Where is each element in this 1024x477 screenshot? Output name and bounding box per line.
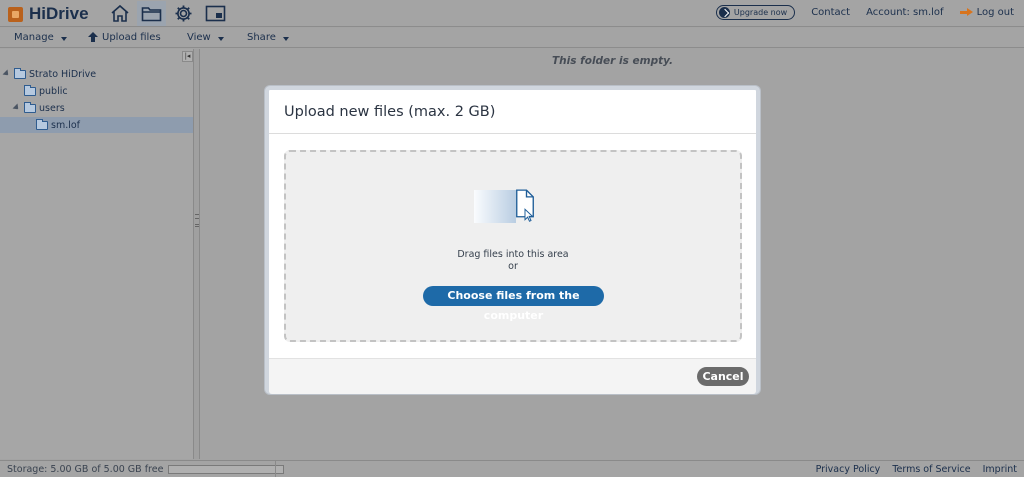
folder-icon[interactable] xyxy=(137,1,166,26)
arrow-circle-icon xyxy=(718,7,730,18)
dialog-title: Upload new files (max. 2 GB) xyxy=(284,104,496,120)
manage-menu[interactable]: Manage xyxy=(14,32,67,43)
top-bar: HiDrive Upgrade now Contact Account: sm.… xyxy=(0,0,1024,27)
app-name: HiDrive xyxy=(29,4,89,23)
chevron-down-icon xyxy=(282,36,289,41)
document-icon xyxy=(516,189,534,222)
tree-item-label: public xyxy=(39,85,68,97)
or-separator: or xyxy=(508,261,518,272)
upload-arrow-icon xyxy=(88,32,98,43)
picture-frame-icon[interactable] xyxy=(201,1,230,26)
expand-triangle-icon[interactable] xyxy=(12,103,23,113)
folder-icon xyxy=(36,118,48,130)
main-nav xyxy=(105,1,230,26)
tree-item-sm-lof[interactable]: sm.lof xyxy=(0,117,193,133)
storage-text: Storage: 5.00 GB of 5.00 GB free xyxy=(7,464,164,475)
folder-icon xyxy=(24,84,36,96)
upgrade-button[interactable]: Upgrade now xyxy=(715,5,796,20)
view-label: View xyxy=(187,32,211,43)
tree-item-users[interactable]: users xyxy=(0,100,193,116)
tree-item-public[interactable]: public xyxy=(0,83,193,99)
view-menu[interactable]: View xyxy=(187,32,224,43)
folder-icon xyxy=(24,101,36,113)
divider xyxy=(269,133,756,134)
collapse-sidebar-button[interactable]: |◂ xyxy=(182,51,193,62)
tree-item-strato-hidrive[interactable]: Strato HiDrive xyxy=(0,66,193,82)
drag-trail-icon xyxy=(474,190,516,223)
folder-tree: |◂ Strato HiDrive public users sm.lof xyxy=(0,49,194,459)
upload-label: Upload files xyxy=(102,32,161,43)
hidrive-logo-icon xyxy=(8,6,23,22)
privacy-policy-link[interactable]: Privacy Policy xyxy=(816,464,881,475)
imprint-link[interactable]: Imprint xyxy=(983,464,1017,475)
logout-label: Log out xyxy=(976,7,1014,18)
upload-files-button[interactable]: Upload files xyxy=(88,32,161,43)
home-icon[interactable] xyxy=(105,1,134,26)
upgrade-label: Upgrade now xyxy=(733,8,788,17)
tree-item-label: users xyxy=(39,102,65,114)
hidrive-logo[interactable]: HiDrive xyxy=(8,4,89,24)
chevron-down-icon xyxy=(60,36,67,41)
upload-dialog: Upload new files (max. 2 GB) Drag files … xyxy=(265,86,760,394)
tree-item-label: sm.lof xyxy=(51,119,81,131)
account-area: Upgrade now Contact Account: sm.lof Log … xyxy=(715,5,1014,20)
storage-indicator: Storage: 5.00 GB of 5.00 GB free xyxy=(7,464,285,475)
cancel-button[interactable]: Cancel xyxy=(697,367,749,386)
terms-of-service-link[interactable]: Terms of Service xyxy=(892,464,970,475)
dialog-footer: Cancel xyxy=(269,358,756,394)
drag-file-illustration xyxy=(474,189,544,237)
tree-item-label: Strato HiDrive xyxy=(29,68,97,80)
gear-icon[interactable] xyxy=(169,1,198,26)
chevron-down-icon xyxy=(217,36,224,41)
empty-folder-message: This folder is empty. xyxy=(552,55,673,67)
divider xyxy=(275,461,276,477)
share-label: Share xyxy=(247,32,276,43)
storage-progress-bar xyxy=(168,465,285,474)
account-link[interactable]: Account: sm.lof xyxy=(866,7,943,18)
file-drop-zone[interactable]: Drag files into this area or Choose file… xyxy=(284,150,742,342)
manage-label: Manage xyxy=(14,32,54,43)
contact-link[interactable]: Contact xyxy=(811,7,850,18)
status-bar: Storage: 5.00 GB of 5.00 GB free Privacy… xyxy=(0,460,1024,477)
footer-links: Privacy Policy Terms of Service Imprint xyxy=(816,464,1017,475)
logout-arrow-icon xyxy=(959,8,973,17)
drag-instruction: Drag files into this area xyxy=(457,249,569,260)
choose-files-button[interactable]: Choose files from the computer xyxy=(423,286,604,322)
share-menu[interactable]: Share xyxy=(247,32,289,43)
folder-icon xyxy=(14,67,26,79)
logout-link[interactable]: Log out xyxy=(959,7,1014,18)
pane-splitter[interactable] xyxy=(194,49,200,459)
drag-handle-icon xyxy=(195,214,199,227)
file-toolbar: Manage Upload files View Share xyxy=(0,28,1024,48)
expand-triangle-icon[interactable] xyxy=(2,69,13,79)
